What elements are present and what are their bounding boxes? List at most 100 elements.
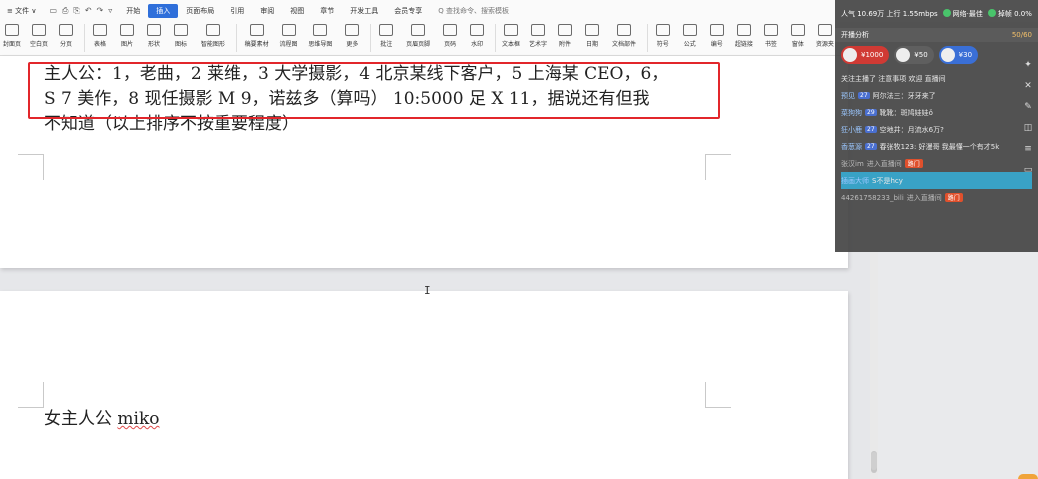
chat-message: 预见 27 阿尔法三：牙牙来了 bbox=[841, 91, 936, 100]
bookmark-button[interactable]: 书签 bbox=[759, 24, 783, 48]
corner-widget[interactable] bbox=[1018, 474, 1038, 479]
chat-message: 菜狗狗 29 靴靴：斑鸠娃娃ǒ bbox=[841, 108, 933, 117]
separator bbox=[646, 24, 648, 52]
network-indicator: 网络·最佳 bbox=[942, 9, 983, 19]
redo-icon[interactable]: ↷ bbox=[97, 6, 104, 16]
material-button[interactable]: 稿要素材 bbox=[240, 24, 274, 48]
comment-icon bbox=[379, 24, 394, 36]
save-icon[interactable]: ▭ bbox=[49, 6, 57, 16]
form-button[interactable]: 窗体 bbox=[786, 24, 810, 48]
print-icon[interactable]: ⎙ bbox=[62, 6, 68, 16]
quick-access-toolbar: ▭ ⎙ ⎘ ↶ ↷ ▿ bbox=[43, 6, 118, 16]
header-footer-button[interactable]: 页眉页脚 bbox=[401, 24, 435, 48]
tab-view[interactable]: 视图 bbox=[282, 4, 312, 18]
chat-message: 狂小鹿 27 空地井：月流水6万? bbox=[841, 125, 944, 134]
tab-section[interactable]: 章节 bbox=[312, 4, 342, 18]
gift-chip[interactable]: ¥50 bbox=[894, 46, 934, 64]
status-badge: 路门 bbox=[944, 193, 963, 202]
textbox-button[interactable]: 文本框 bbox=[499, 24, 523, 48]
tab-review[interactable]: 审阅 bbox=[252, 4, 282, 18]
red-highlight-box bbox=[28, 62, 720, 119]
tab-developer[interactable]: 开发工具 bbox=[342, 4, 386, 18]
frame-drop-indicator: 掉帧 0.0% bbox=[987, 9, 1032, 19]
page-number-button[interactable]: 页码 bbox=[438, 24, 462, 48]
page-break-icon bbox=[59, 24, 74, 36]
smart-graphic-button[interactable]: 智能图形 bbox=[196, 24, 230, 48]
omega-icon bbox=[655, 24, 670, 36]
chat-enter-notice: 张汉im 进入直播间 路门 bbox=[841, 155, 1032, 172]
date-button[interactable]: 日期 bbox=[580, 24, 604, 48]
page-2[interactable]: 女主人公 miko bbox=[0, 291, 848, 479]
doc-page2-line[interactable]: 女主人公 miko bbox=[44, 407, 160, 432]
tab-references[interactable]: 引用 bbox=[222, 4, 252, 18]
tab-insert[interactable]: 插入 bbox=[148, 4, 179, 18]
textbox-icon bbox=[504, 24, 518, 36]
flowchart-button[interactable]: 流程图 bbox=[277, 24, 301, 48]
live-chat-overlay: 人气 10.69万 上行 1.55mbps 网络·最佳 掉帧 0.0% 开播分析… bbox=[835, 0, 1038, 252]
hyperlink-button[interactable]: 超链接 bbox=[732, 24, 756, 48]
doc-parts-icon bbox=[616, 24, 631, 36]
comment-button[interactable]: 批注 bbox=[374, 24, 398, 48]
watermark-button[interactable]: 水印 bbox=[465, 24, 489, 48]
analysis-label: 开播分析 bbox=[841, 31, 869, 39]
file-menu[interactable]: ≡ 文件 ∨ bbox=[0, 6, 43, 16]
equation-button[interactable]: 公式 bbox=[678, 24, 702, 48]
menu-icon[interactable]: ≡ bbox=[1024, 144, 1032, 154]
page-break-button[interactable]: 分页 bbox=[54, 24, 78, 48]
edit-icon[interactable]: ✎ bbox=[1024, 102, 1032, 112]
close-icon[interactable]: ✕ bbox=[1024, 81, 1032, 91]
heroine-name: miko bbox=[117, 409, 160, 429]
resource-icon bbox=[817, 24, 832, 36]
separator bbox=[495, 24, 496, 52]
chat-enter-notice: 44261758233_bili 进入直播间 路门 bbox=[841, 189, 1032, 206]
window-icon[interactable]: ▭ bbox=[1024, 165, 1033, 175]
pin-icon[interactable]: ✦ bbox=[1024, 60, 1032, 70]
gift-chip[interactable]: ¥30 bbox=[938, 46, 979, 64]
blank-page-icon bbox=[32, 24, 47, 36]
numbering-icon bbox=[709, 24, 724, 36]
cover-page-icon bbox=[5, 24, 19, 36]
shape-button[interactable]: 形状 bbox=[142, 24, 166, 48]
attachment-button[interactable]: 附件 bbox=[553, 24, 577, 48]
mindmap-button[interactable]: 思维导图 bbox=[304, 24, 338, 48]
undo-icon[interactable]: ↶ bbox=[85, 6, 92, 16]
gift-chip[interactable]: ¥1000 bbox=[841, 46, 890, 64]
wordart-button[interactable]: 艺术字 bbox=[526, 24, 550, 48]
table-icon bbox=[92, 24, 107, 36]
secondary-scroll-thumb[interactable] bbox=[871, 452, 877, 470]
status-badge: 路门 bbox=[904, 159, 923, 168]
doc-parts-button[interactable]: 文档部件 bbox=[607, 24, 641, 48]
tab-home[interactable]: 开始 bbox=[118, 4, 148, 18]
icon-button[interactable]: 图标 bbox=[169, 24, 193, 48]
picture-button[interactable]: 图片 bbox=[115, 24, 139, 48]
separator bbox=[235, 24, 237, 52]
separator bbox=[370, 24, 372, 52]
paperclip-icon bbox=[558, 24, 573, 36]
resource-button[interactable]: 资源夹 bbox=[813, 24, 837, 48]
blank-page-button[interactable]: 空白页 bbox=[27, 24, 51, 48]
table-button[interactable]: 表格 bbox=[88, 24, 112, 48]
page-1[interactable]: 主人公：1，老曲，2 莱维，3 大学摄影，4 北京某线下客户，5 上海某 CEO… bbox=[0, 56, 848, 268]
picture-icon bbox=[119, 24, 134, 36]
stream-analysis-bar[interactable]: 开播分析 50/60 bbox=[835, 28, 1038, 42]
numbering-button[interactable]: 编号 bbox=[705, 24, 729, 48]
symbol-button[interactable]: 符号 bbox=[651, 24, 675, 48]
status-dot-icon bbox=[942, 9, 951, 17]
bookmark-icon bbox=[763, 24, 778, 36]
more-icon[interactable]: ▿ bbox=[108, 6, 112, 16]
header-footer-icon bbox=[411, 24, 426, 36]
heroine-label: 女主人公 bbox=[44, 409, 118, 429]
gift-ranking: ¥1000 ¥50 ¥30 bbox=[835, 42, 1038, 68]
separator bbox=[84, 24, 85, 52]
more-button[interactable]: 更多 bbox=[340, 24, 364, 48]
document-canvas[interactable]: 主人公：1，老曲，2 莱维，3 大学摄影，4 北京某线下客户，5 上海某 CEO… bbox=[0, 56, 870, 479]
cover-page-button[interactable]: 封面页 bbox=[0, 24, 24, 48]
chat-message: 香葱源 27 春张牧123: 好漫哥 我最懂一个有才5k bbox=[841, 142, 1000, 151]
margin-corner-mark bbox=[705, 382, 731, 408]
calendar-icon bbox=[585, 24, 600, 36]
tab-page-layout[interactable]: 页面布局 bbox=[178, 4, 222, 18]
copy-icon[interactable]: ⎘ bbox=[73, 6, 79, 16]
layout-icon[interactable]: ◫ bbox=[1024, 123, 1033, 133]
tab-member[interactable]: 会员专享 bbox=[386, 4, 430, 18]
command-search[interactable]: Q 查找命令、搜索模板 bbox=[438, 6, 509, 16]
